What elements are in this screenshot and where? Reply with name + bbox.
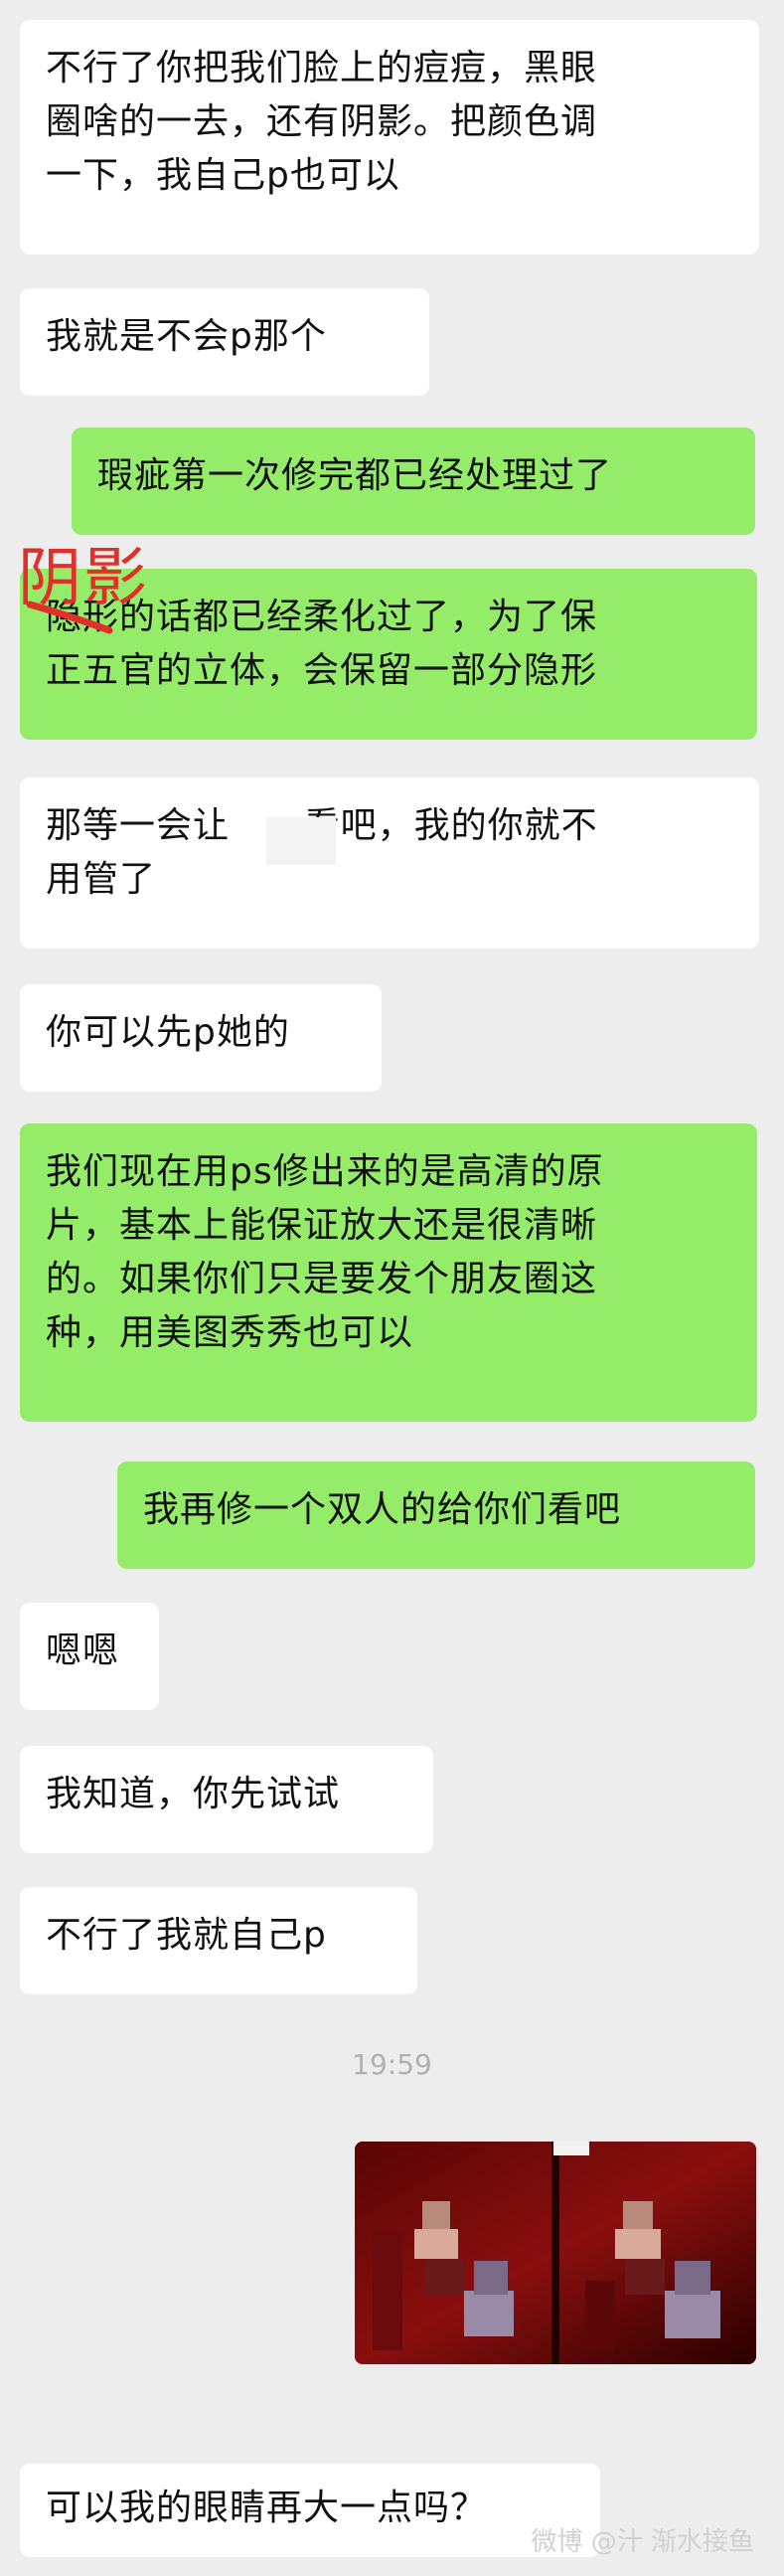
timestamp: 19:59: [352, 2048, 432, 2081]
weibo-watermark: 微博 @汁 渐水接鱼: [531, 2527, 754, 2557]
message-bubble-incoming[interactable]: 那等一会让 看吧，我的你就不 用管了: [20, 777, 759, 948]
message-bubble-incoming[interactable]: 我知道，你先试试: [20, 1746, 433, 1853]
message-bubble-outgoing[interactable]: 瑕疵第一次修完都已经处理过了: [72, 428, 755, 535]
message-bubble-incoming[interactable]: 不行了我就自己p: [20, 1887, 417, 1994]
message-bubble-incoming[interactable]: 不行了你把我们脸上的痘痘，黑眼 圈啥的一去，还有阴影。把颜色调 一下，我自己p也…: [20, 20, 759, 255]
redaction-block: [266, 817, 336, 865]
message-bubble-incoming[interactable]: 可以我的眼睛再大一点吗？: [20, 2464, 600, 2557]
message-bubble-outgoing[interactable]: 我再修一个双人的给你们看吧: [117, 1461, 755, 1569]
message-bubble-outgoing[interactable]: 我们现在用ps修出来的是高清的原 片，基本上能保证放大还是很清晰 的。如果你们只…: [20, 1123, 757, 1422]
photo-message[interactable]: [355, 2142, 756, 2364]
message-bubble-incoming[interactable]: 我就是不会p那个: [20, 288, 429, 396]
message-bubble-incoming[interactable]: 你可以先p她的: [20, 984, 382, 1092]
red-annotation-stroke: [26, 601, 113, 634]
photo-thumbnail-image: [355, 2142, 756, 2364]
message-bubble-incoming[interactable]: 嗯嗯: [20, 1603, 159, 1710]
